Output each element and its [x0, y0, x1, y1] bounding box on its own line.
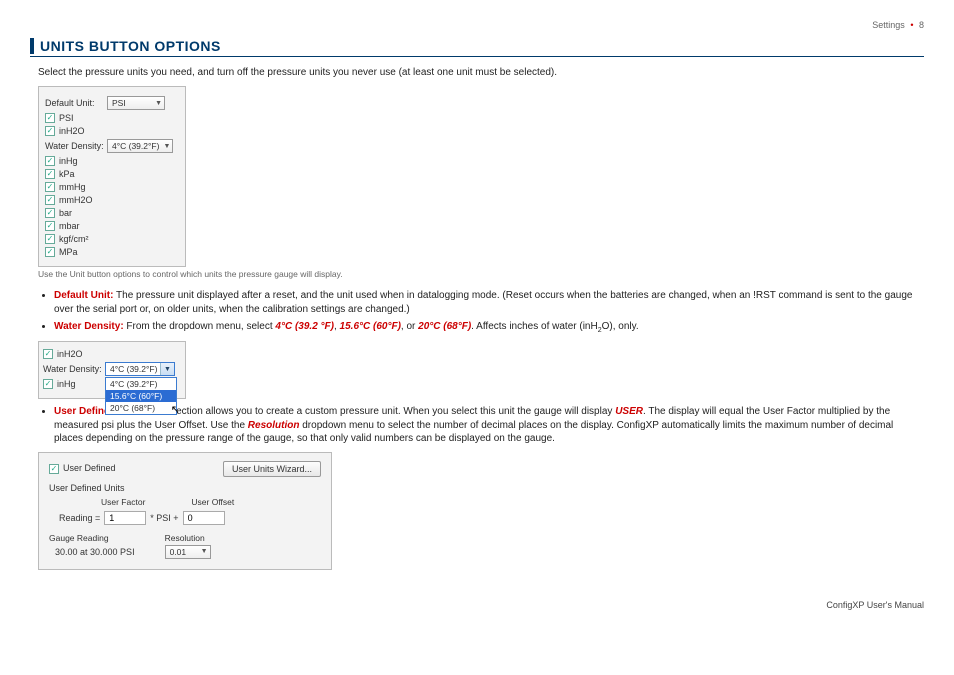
opt: 20°C (68°F): [418, 321, 471, 332]
term: Default Unit:: [54, 290, 113, 301]
gauge-reading-value: 30.00 at 30.000 PSI: [49, 545, 135, 557]
unit-label: kgf/cm²: [59, 234, 89, 244]
water-density-label-2: Water Density:: [43, 364, 105, 374]
bullet-icon: •: [910, 20, 913, 30]
gauge-reading-head: Gauge Reading: [49, 533, 135, 543]
checkbox-inhg[interactable]: [45, 156, 55, 166]
resolution-head: Resolution: [165, 533, 211, 543]
bullet-default-unit: Default Unit: The pressure unit displaye…: [54, 289, 924, 316]
text: . Affects inches of water (inH: [471, 321, 598, 332]
resolution-select[interactable]: 0.01 ▼: [165, 545, 211, 559]
water-density-select[interactable]: 4°C (39.2°F) ▼: [107, 139, 173, 153]
gauge-reading-box: Gauge Reading 30.00 at 30.000 PSI: [49, 533, 135, 559]
water-density-panel: inH2O Water Density: 4°C (39.2°F) ▼ 4°C …: [38, 341, 186, 399]
checkbox-bar[interactable]: [45, 208, 55, 218]
chevron-down-icon: ▼: [163, 143, 170, 150]
unit-label: kPa: [59, 169, 75, 179]
resolution-box: Resolution 0.01 ▼: [165, 533, 211, 559]
checkbox-kpa[interactable]: [45, 169, 55, 179]
text: The pressure unit displayed after a rese…: [54, 290, 912, 315]
cursor-icon: ↖: [171, 403, 180, 416]
user-units-wizard-button[interactable]: User Units Wizard...: [223, 461, 321, 477]
unit-label: PSI: [59, 113, 74, 123]
unit-label: mmHg: [59, 182, 86, 192]
checkbox-psi[interactable]: [45, 113, 55, 123]
default-unit-value: PSI: [112, 98, 126, 108]
section-rule: [30, 56, 924, 57]
checkbox-mpa[interactable]: [45, 247, 55, 257]
chevron-down-icon: ▼: [160, 363, 174, 375]
text: This section allows you to create a cust…: [147, 406, 615, 417]
bullet-list-2: User Defined Units: This section allows …: [54, 405, 924, 446]
text: , or: [401, 321, 418, 332]
unit-label: MPa: [59, 247, 78, 257]
res-word: Resolution: [248, 420, 300, 431]
unit-label: inH2O: [57, 349, 83, 359]
units-panel: Default Unit: PSI ▼ PSI inH2O Water Dens…: [38, 86, 186, 267]
chevron-down-icon: ▼: [201, 548, 208, 555]
opt: 15.6°C (60°F): [340, 321, 401, 332]
header-page: 8: [919, 20, 924, 30]
checkbox-kgfcm2[interactable]: [45, 234, 55, 244]
checkbox-inh2o-2[interactable]: [43, 349, 53, 359]
default-unit-select[interactable]: PSI ▼: [107, 96, 165, 110]
resolution-value: 0.01: [170, 547, 187, 557]
unit-label: inHg: [59, 156, 78, 166]
text: O), only.: [602, 321, 639, 332]
user-factor-input[interactable]: [104, 511, 146, 525]
psi-plus-label: * PSI +: [150, 513, 178, 523]
unit-label: mmH2O: [59, 195, 93, 205]
unit-label: inHg: [57, 379, 76, 389]
checkbox-user-defined[interactable]: [49, 464, 59, 474]
dropdown-option[interactable]: 4°C (39.2°F): [106, 378, 176, 390]
header-section: Settings: [872, 20, 905, 30]
user-defined-label: User Defined: [63, 463, 116, 473]
user-offset-head: User Offset: [191, 497, 234, 507]
dropdown-option-selected[interactable]: 15.6°C (60°F): [106, 390, 176, 402]
default-unit-label: Default Unit:: [45, 98, 107, 108]
water-density-select-open[interactable]: 4°C (39.2°F) ▼ 4°C (39.2°F) 15.6°C (60°F…: [105, 362, 175, 376]
bullet-list: Default Unit: The pressure unit displaye…: [54, 289, 924, 335]
unit-label: bar: [59, 208, 72, 218]
user-word: USER: [615, 406, 643, 417]
footer-text: ConfigXP User's Manual: [30, 600, 924, 610]
page-header: Settings • 8: [30, 20, 924, 30]
term: Water Density:: [54, 321, 124, 332]
selected-value: 4°C (39.2°F): [110, 364, 157, 374]
text: From the dropdown menu, select: [124, 321, 276, 332]
intro-text: Select the pressure units you need, and …: [38, 67, 924, 78]
user-defined-check-wrap: User Defined: [49, 463, 116, 474]
user-defined-panel: User Defined User Units Wizard... User D…: [38, 452, 332, 570]
unit-label: inH2O: [59, 126, 85, 136]
checkbox-mmhg[interactable]: [45, 182, 55, 192]
section-title: Units Button Options: [30, 38, 924, 54]
checkbox-inh2o[interactable]: [45, 126, 55, 136]
checkbox-mmh2o[interactable]: [45, 195, 55, 205]
water-density-value: 4°C (39.2°F): [112, 141, 159, 151]
panel-caption: Use the Unit button options to control w…: [38, 269, 924, 279]
bullet-user-defined: User Defined Units: This section allows …: [54, 405, 924, 446]
formula-row: Reading = * PSI +: [59, 511, 321, 525]
dropdown-list: 4°C (39.2°F) 15.6°C (60°F) 20°C (68°F) ↖: [105, 377, 177, 415]
checkbox-inhg-2[interactable]: [43, 379, 53, 389]
unit-label: mbar: [59, 221, 80, 231]
water-density-label: Water Density:: [45, 141, 107, 151]
user-defined-subhead: User Defined Units: [49, 483, 321, 493]
reading-label: Reading =: [59, 513, 100, 523]
user-offset-input[interactable]: [183, 511, 225, 525]
bullet-water-density: Water Density: From the dropdown menu, s…: [54, 320, 924, 335]
checkbox-mbar[interactable]: [45, 221, 55, 231]
dropdown-option[interactable]: 20°C (68°F): [106, 402, 176, 414]
user-factor-head: User Factor: [101, 497, 145, 507]
opt: 4°C (39.2 °F): [275, 321, 334, 332]
chevron-down-icon: ▼: [155, 100, 162, 107]
